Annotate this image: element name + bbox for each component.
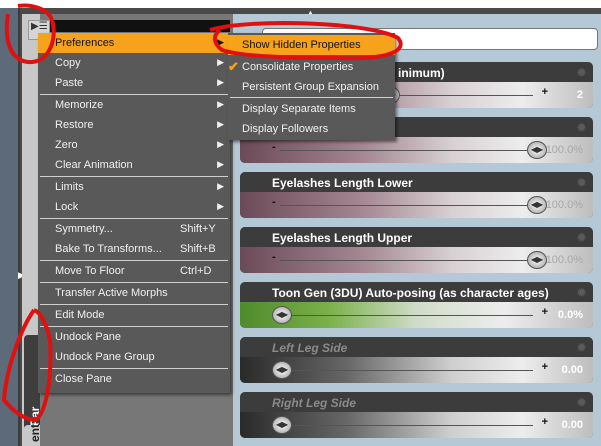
red-annotation-marks xyxy=(1,3,403,423)
